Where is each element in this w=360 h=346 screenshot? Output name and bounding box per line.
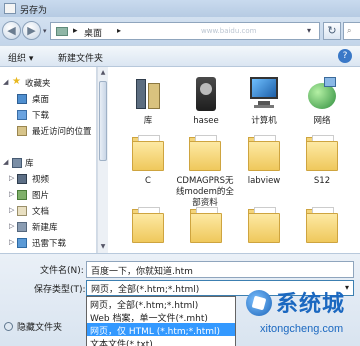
watermark-brand: 系统城	[276, 292, 346, 317]
file-list: 库 hasee 计算机 网络 C CDMAGPRS无线modem的全部资料 la…	[108, 67, 360, 253]
organize-button[interactable]: 组织 ▾	[8, 51, 33, 64]
breadcrumb-location[interactable]: 桌面	[84, 26, 102, 39]
back-button[interactable]: ◀	[2, 21, 21, 40]
navigation-pane: ◢ ★ 收藏夹 桌面 下载 最近访问的位置 ◢ 库 ▷ 视频 ▷ 图片 ▷ 文档…	[0, 67, 97, 253]
refresh-button[interactable]: ↻	[323, 22, 341, 40]
filetype-selected-value: 网页，全部(*.htm;*.html)	[91, 285, 200, 295]
list-item[interactable]	[293, 205, 351, 248]
list-item[interactable]	[235, 205, 293, 248]
library-icon	[17, 222, 27, 232]
folder-icon	[188, 205, 224, 245]
filetype-option[interactable]: 网页，全部(*.htm;*.html)	[87, 297, 235, 310]
window-icon	[4, 3, 16, 14]
expand-arrow-icon[interactable]: ▷	[9, 190, 14, 198]
title-bar: 另存为	[0, 0, 360, 17]
sidebar-item-thunder[interactable]: ▷ 迅雷下载	[0, 236, 96, 251]
help-icon[interactable]: ?	[338, 49, 352, 63]
network-icon	[304, 73, 340, 113]
scroll-thumb[interactable]	[99, 81, 107, 161]
computer-icon	[246, 73, 282, 113]
sidebar-item-pictures[interactable]: ▷ 图片	[0, 188, 96, 203]
user-icon	[188, 73, 224, 113]
list-item[interactable]: labview	[235, 133, 293, 187]
collapse-up-icon	[4, 322, 13, 331]
star-icon: ★	[12, 76, 21, 87]
watermark-logo-icon	[246, 290, 272, 316]
library-icon	[130, 73, 166, 113]
filename-field[interactable]: 百度一下，你就知道.htm	[86, 261, 354, 278]
sidebar-item-favorites[interactable]: ◢ ★ 收藏夹	[0, 76, 96, 91]
sidebar-item-desktop[interactable]: 桌面	[0, 92, 96, 107]
filetype-option[interactable]: Web 档案，单一文件(*.mht)	[87, 310, 235, 323]
watermark: 系统城 xitongcheng.com	[246, 286, 360, 346]
toolbar: 组织 ▾ 新建文件夹 ?	[0, 45, 360, 67]
window-title: 另存为	[20, 6, 48, 16]
list-item[interactable]: CDMAGPRS无线modem的全部资料	[175, 133, 235, 209]
scroll-up-icon[interactable]: ▲	[99, 69, 107, 76]
collapse-arrow-icon[interactable]: ◢	[3, 78, 8, 86]
expand-arrow-icon[interactable]: ▷	[9, 238, 14, 246]
filetype-label: 保存类型(T):	[34, 285, 86, 295]
folder-icon	[246, 133, 282, 173]
new-folder-button[interactable]: 新建文件夹	[58, 51, 103, 64]
recent-icon	[17, 126, 27, 136]
folder-icon	[130, 205, 166, 245]
library-icon	[12, 158, 22, 168]
picture-icon	[17, 190, 27, 200]
filetype-option-selected[interactable]: 网页，仅 HTML (*.htm;*.html)	[87, 323, 235, 336]
list-item[interactable]	[177, 205, 235, 248]
sidebar-item-videos[interactable]: ▷ 视频	[0, 172, 96, 187]
folder-icon	[187, 133, 223, 173]
filename-label: 文件名(N):	[40, 266, 84, 276]
thunder-icon	[17, 238, 27, 248]
chevron-down-icon[interactable]: ▾	[307, 26, 311, 35]
forward-button[interactable]: ▶	[22, 21, 41, 40]
collapse-arrow-icon[interactable]: ◢	[3, 158, 8, 166]
video-icon	[17, 174, 27, 184]
sidebar-item-recent[interactable]: 最近访问的位置	[0, 124, 96, 139]
sidebar-item-new-library[interactable]: ▷ 新建库	[0, 220, 96, 235]
filetype-option[interactable]: 文本文件(*.txt)	[87, 336, 235, 346]
expand-arrow-icon[interactable]: ▷	[9, 206, 14, 214]
folder-icon	[246, 205, 282, 245]
folder-icon	[130, 133, 166, 173]
search-input[interactable]: ⌕	[343, 22, 360, 40]
watermark-url: xitongcheng.com	[260, 323, 344, 335]
list-item[interactable]: 库	[119, 73, 177, 127]
sidebar-item-libraries[interactable]: ◢ 库	[0, 156, 96, 171]
hide-folders-button[interactable]: 隐藏文件夹	[4, 320, 62, 333]
address-bar[interactable]: ▸ 桌面 ▸ www.baidu.com ▾	[50, 22, 320, 40]
expand-arrow-icon[interactable]: ▷	[9, 222, 14, 230]
breadcrumb-arrow-icon[interactable]: ▸	[117, 26, 121, 35]
list-item[interactable]: S12	[293, 133, 351, 187]
list-item[interactable]	[119, 205, 177, 248]
desktop-icon	[17, 94, 27, 104]
scroll-down-icon[interactable]: ▼	[99, 243, 107, 250]
nav-scrollbar[interactable]: ▲ ▼	[97, 67, 108, 253]
sidebar-item-documents[interactable]: ▷ 文档	[0, 204, 96, 219]
folder-icon	[304, 133, 340, 173]
download-icon	[17, 110, 27, 120]
expand-arrow-icon[interactable]: ▷	[9, 174, 14, 182]
address-row: ◀ ▶ ▾ ▸ 桌面 ▸ www.baidu.com ▾ ↻ ⌕	[0, 17, 360, 45]
list-item[interactable]: hasee	[177, 73, 235, 127]
sidebar-item-downloads[interactable]: 下载	[0, 108, 96, 123]
filetype-dropdown: 网页，全部(*.htm;*.html) Web 档案，单一文件(*.mht) 网…	[86, 296, 236, 346]
location-folder-icon	[56, 27, 68, 36]
list-item[interactable]: 计算机	[235, 73, 293, 127]
breadcrumb-separator: ▸	[73, 26, 78, 36]
list-item[interactable]: C	[119, 133, 177, 187]
list-item[interactable]: 网络	[293, 73, 351, 127]
folder-icon	[304, 205, 340, 245]
address-ghost-text: www.baidu.com	[201, 27, 257, 35]
recent-pages-dropdown[interactable]: ▾	[43, 27, 47, 35]
document-icon	[17, 206, 27, 216]
